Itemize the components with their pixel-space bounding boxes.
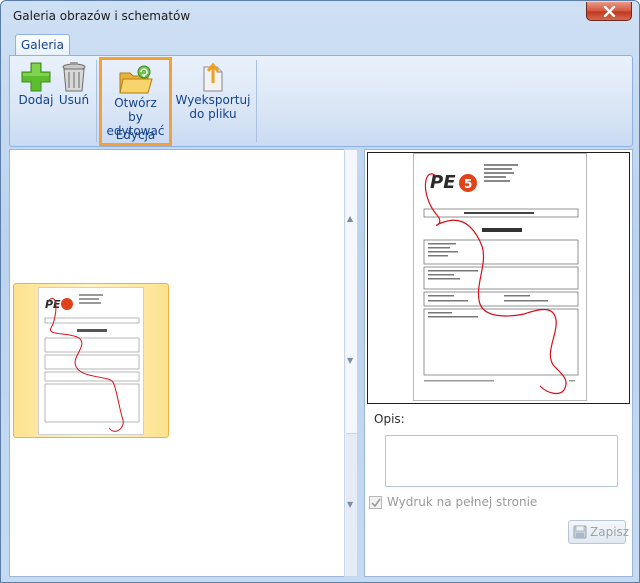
- export-button[interactable]: Wyeksportuj do pliku: [173, 61, 253, 121]
- preview-document-graphic: PE 5: [423, 164, 579, 395]
- export-icon: [203, 62, 223, 92]
- export-button-label: Wyeksportuj do pliku: [175, 93, 251, 121]
- close-button[interactable]: [586, 2, 632, 21]
- thumbnail-scrollbar[interactable]: ▲ ▼ ▼: [344, 149, 358, 577]
- description-label: Opis:: [374, 412, 405, 426]
- plus-icon: [21, 62, 51, 92]
- full-page-print-checkbox[interactable]: [369, 496, 382, 509]
- add-button[interactable]: Dodaj: [18, 61, 54, 107]
- document-preview-graphic: PE: [44, 294, 140, 432]
- window-title: Galeria obrazów i schematów: [13, 9, 191, 23]
- thumbnail-document-image: PE: [38, 287, 144, 435]
- add-button-label: Dodaj: [18, 93, 54, 107]
- save-disk-icon: [573, 525, 587, 539]
- gallery-window: Galeria obrazów i schematów Galeria Doda…: [0, 0, 640, 583]
- edit-group: Otwórz by edytować Edycja: [99, 57, 172, 146]
- svg-text:5: 5: [464, 177, 472, 191]
- ribbon: Dodaj Usuń Otwórz by edytować Edycja Wye…: [9, 55, 633, 147]
- preview-document: PE 5: [413, 153, 587, 401]
- title-bar: Galeria obrazów i schematów: [1, 1, 639, 31]
- open-folder-icon: [118, 65, 153, 94]
- description-input[interactable]: [385, 435, 618, 487]
- delete-button-label: Usuń: [58, 93, 90, 107]
- open-to-edit-button[interactable]: Otwórz by edytować: [102, 64, 169, 138]
- ribbon-separator: [256, 60, 257, 142]
- save-button-label: Zapisz: [590, 525, 630, 539]
- scroll-bottom-icon[interactable]: ▼: [347, 500, 353, 509]
- tab-galeria[interactable]: Galeria: [15, 34, 70, 56]
- trash-icon: [62, 62, 86, 92]
- full-page-print-label: Wydruk na pełnej stronie: [387, 495, 538, 509]
- scrollbar-track[interactable]: [346, 150, 357, 433]
- details-panel: PE 5 Opis: Wydruk na pełnej stronie Zapi…: [364, 149, 633, 577]
- ribbon-tabs: Galeria: [1, 31, 639, 56]
- scroll-down-icon[interactable]: ▼: [347, 356, 353, 365]
- close-icon: [603, 6, 616, 17]
- image-preview: PE 5: [367, 152, 630, 404]
- thumbnail-item-selected[interactable]: PE: [13, 283, 169, 438]
- checkmark-icon: [371, 498, 381, 508]
- delete-button[interactable]: Usuń: [58, 61, 90, 107]
- edit-group-label: Edycja: [115, 128, 156, 142]
- ribbon-separator: [96, 60, 97, 142]
- save-button[interactable]: Zapisz: [568, 520, 630, 544]
- svg-text:PE: PE: [45, 298, 61, 311]
- scroll-up-icon[interactable]: ▲: [347, 214, 353, 223]
